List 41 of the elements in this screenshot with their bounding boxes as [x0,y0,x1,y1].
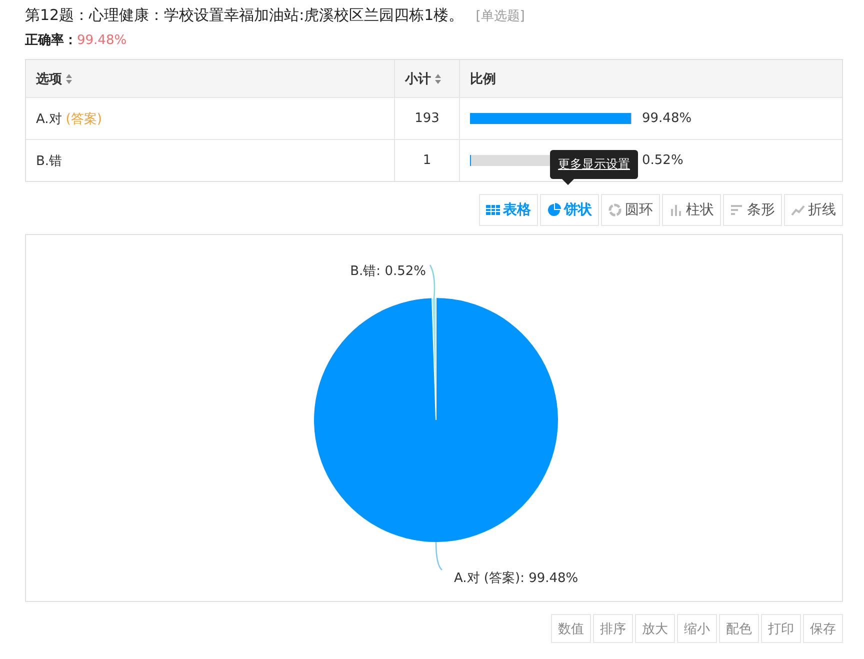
view-button[interactable]: 条形 [723,194,782,226]
count-cell: 193 [394,97,459,139]
ratio-percent: 0.52% [642,153,684,168]
tooltip: 更多显示设置 [550,150,638,179]
accuracy-label: 正确率： [25,32,77,49]
tool-button[interactable]: 数值 [551,614,591,643]
line-chart-icon [791,203,805,217]
tool-button[interactable]: 缩小 [677,614,717,643]
table-icon [486,203,500,217]
question-type: [单选题] [476,8,525,25]
slice-label: B.错: 0.52% [350,264,426,279]
view-button[interactable]: 折线 [784,194,843,226]
tool-button[interactable]: 打印 [761,614,801,643]
leader-line [429,264,436,300]
column-header[interactable]: 小计 [394,60,459,97]
answer-tag: (答案) [66,110,102,128]
view-button[interactable]: 圆环 [601,194,660,226]
view-button[interactable]: 柱状 [662,194,721,226]
column-chart-icon [669,203,683,217]
header-label: 选项 [36,70,62,88]
ring-icon [608,203,622,217]
option-label: B.错 [36,152,62,170]
slice-label: A.对 (答案): 99.48% [454,571,578,586]
count-cell: 1 [394,139,459,181]
option-label: A.对 [36,110,62,128]
header-label: 比例 [470,70,496,88]
view-button[interactable]: 表格 [479,194,538,226]
ratio-percent: 99.48% [642,111,692,126]
view-button[interactable]: 饼状 [540,194,599,226]
tool-button[interactable]: 排序 [593,614,633,643]
tooltip-arrow [562,179,574,185]
bar-chart-icon [730,203,744,217]
leader-line [435,542,442,570]
question-title: 第12题：心理健康：学校设置幸福加油站:虎溪校区兰园四栋1楼。 [25,6,464,25]
tool-button[interactable]: 放大 [635,614,675,643]
tool-button[interactable]: 保存 [803,614,843,643]
column-header[interactable]: 选项 [26,60,394,97]
header-label: 小计 [405,70,431,88]
accuracy-value: 99.48% [77,33,127,48]
pie-icon [547,203,561,217]
tool-button[interactable]: 配色 [719,614,759,643]
